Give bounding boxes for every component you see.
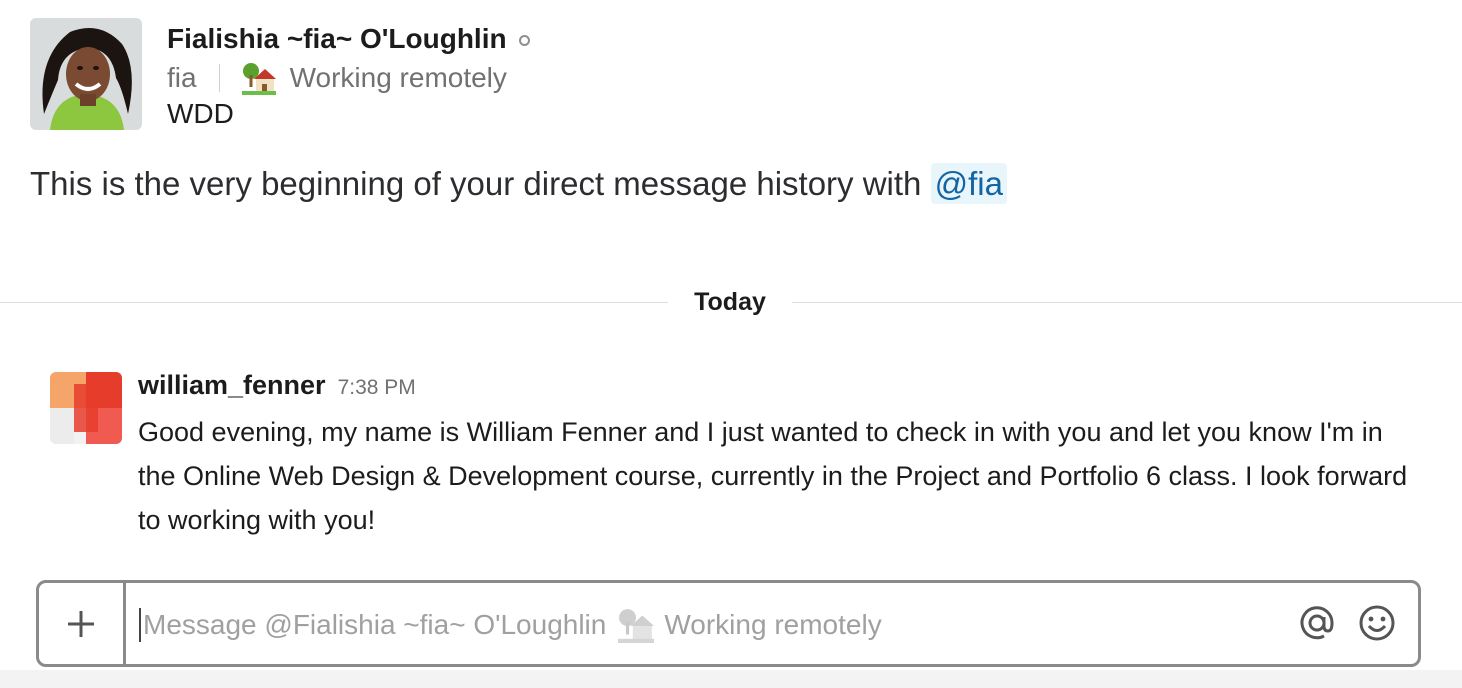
text-caret [139, 608, 141, 642]
day-divider-label[interactable]: Today [670, 288, 790, 317]
emoji-button[interactable] [1357, 603, 1397, 643]
mention-button[interactable] [1297, 603, 1337, 643]
dm-intro: This is the very beginning of your direc… [30, 163, 1007, 204]
away-presence-icon [518, 34, 530, 46]
day-divider: Today [0, 282, 1462, 326]
dm-intro-text: This is the very beginning of your direc… [30, 165, 931, 202]
message-composer[interactable]: Message @Fialishia ~fia~ O'Loughlin Work… [36, 580, 1421, 667]
message-input-placeholder-status: Working remotely [664, 609, 882, 640]
plus-icon [68, 610, 94, 637]
profile-name-row: Fialishia ~fia~ O'Loughlin [167, 18, 767, 60]
message-text: Good evening, my name is William Fenner … [138, 417, 1408, 535]
message-input-placeholder: Message @Fialishia ~fia~ O'Loughlin [143, 609, 607, 640]
identicon-avatar [50, 372, 122, 444]
profile-name[interactable]: Fialishia ~fia~ O'Loughlin [167, 23, 507, 55]
at-sign-icon [1300, 606, 1334, 640]
status-text: Working remotely [289, 62, 507, 93]
message-avatar[interactable] [50, 372, 122, 444]
add-attachment-button[interactable] [39, 583, 126, 664]
house-with-garden-icon [241, 63, 276, 95]
user-mention[interactable]: @fia [930, 163, 1007, 204]
message-body: william_fenner 7:38 PM Good evening, my … [138, 370, 1418, 542]
profile-avatar[interactable] [30, 18, 142, 130]
message-author[interactable]: william_fenner [138, 370, 326, 401]
footer-area [0, 670, 1462, 688]
message-header: william_fenner 7:38 PM [138, 370, 1418, 410]
smiley-icon [1359, 605, 1395, 641]
profile-title: WDD [167, 98, 234, 129]
house-with-garden-icon [618, 609, 655, 643]
profile-subline: fia Working remotely [167, 60, 767, 96]
subline-divider [218, 64, 220, 92]
message-timestamp[interactable]: 7:38 PM [338, 376, 416, 400]
profile-info: Fialishia ~fia~ O'Loughlin fia Working r… [167, 18, 767, 132]
divider-line-left [0, 302, 668, 303]
divider-line-right [792, 302, 1462, 303]
profile-photo [30, 18, 142, 130]
profile-handle: fia [167, 62, 197, 93]
message-input[interactable]: Message @Fialishia ~fia~ O'Loughlin Work… [139, 603, 1189, 647]
